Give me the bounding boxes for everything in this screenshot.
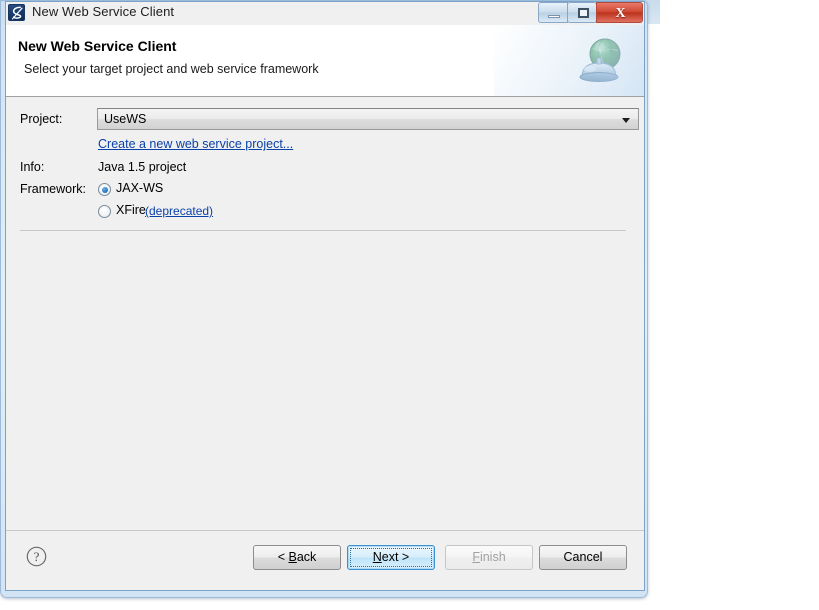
dialog-button-bar: ? < Back Next > Finish Cancel bbox=[6, 530, 644, 590]
deprecated-link[interactable]: (deprecated) bbox=[145, 204, 213, 218]
maximize-icon bbox=[578, 8, 589, 18]
project-combobox[interactable]: UseWS bbox=[97, 108, 639, 130]
page-title: New Web Service Client bbox=[18, 38, 177, 54]
maximize-button[interactable] bbox=[567, 2, 597, 23]
create-new-project-link[interactable]: Create a new web service project... bbox=[98, 137, 293, 151]
framework-radio-jaxws-label: JAX-WS bbox=[116, 181, 164, 195]
svg-text:?: ? bbox=[34, 549, 40, 564]
close-button[interactable]: X bbox=[596, 2, 643, 23]
web-service-globe-icon bbox=[570, 31, 630, 91]
framework-label: Framework: bbox=[20, 182, 86, 196]
next-button-mnemonic: N bbox=[372, 550, 382, 564]
back-button-rest: ack bbox=[296, 550, 317, 564]
wizard-form: Project: UseWS Create a new web service … bbox=[6, 97, 644, 517]
next-button-rest: ext > bbox=[381, 550, 410, 564]
screen-root: New Web Service Client X New Web Service… bbox=[0, 0, 819, 610]
window-title: New Web Service Client bbox=[32, 4, 175, 19]
page-description: Select your target project and web servi… bbox=[24, 62, 319, 76]
project-label: Project: bbox=[20, 112, 63, 126]
close-icon: X bbox=[615, 6, 626, 21]
title-bar[interactable]: New Web Service Client X bbox=[1, 1, 649, 25]
help-icon[interactable]: ? bbox=[26, 546, 47, 567]
framework-radio-xfire-label: XFire bbox=[116, 203, 146, 217]
finish-button-rest: inish bbox=[479, 550, 506, 564]
dialog-client-area: New Web Service Client Select your targe… bbox=[6, 25, 644, 590]
dialog-window: New Web Service Client X New Web Service… bbox=[0, 0, 648, 598]
cancel-button[interactable]: Cancel bbox=[539, 545, 627, 570]
wizard-header: New Web Service Client Select your targe… bbox=[6, 25, 644, 97]
finish-button-mnemonic: F bbox=[472, 550, 480, 564]
info-label: Info: bbox=[20, 160, 45, 174]
back-button[interactable]: < Back bbox=[253, 545, 341, 570]
next-button[interactable]: Next > bbox=[347, 545, 435, 570]
form-separator bbox=[20, 230, 626, 231]
back-button-mnemonic: B bbox=[288, 550, 297, 564]
radio-selected-icon bbox=[98, 183, 111, 196]
minimize-icon bbox=[548, 15, 560, 18]
window-controls: X bbox=[538, 2, 643, 23]
radio-unselected-icon bbox=[98, 205, 111, 218]
chevron-down-icon bbox=[622, 118, 630, 123]
minimize-button[interactable] bbox=[538, 2, 568, 23]
info-value: Java 1.5 project bbox=[98, 160, 187, 174]
myeclipse-logo-icon bbox=[8, 4, 25, 21]
finish-button[interactable]: Finish bbox=[445, 545, 533, 570]
project-combobox-value: UseWS bbox=[104, 112, 147, 126]
back-button-prefix: < bbox=[277, 550, 289, 564]
